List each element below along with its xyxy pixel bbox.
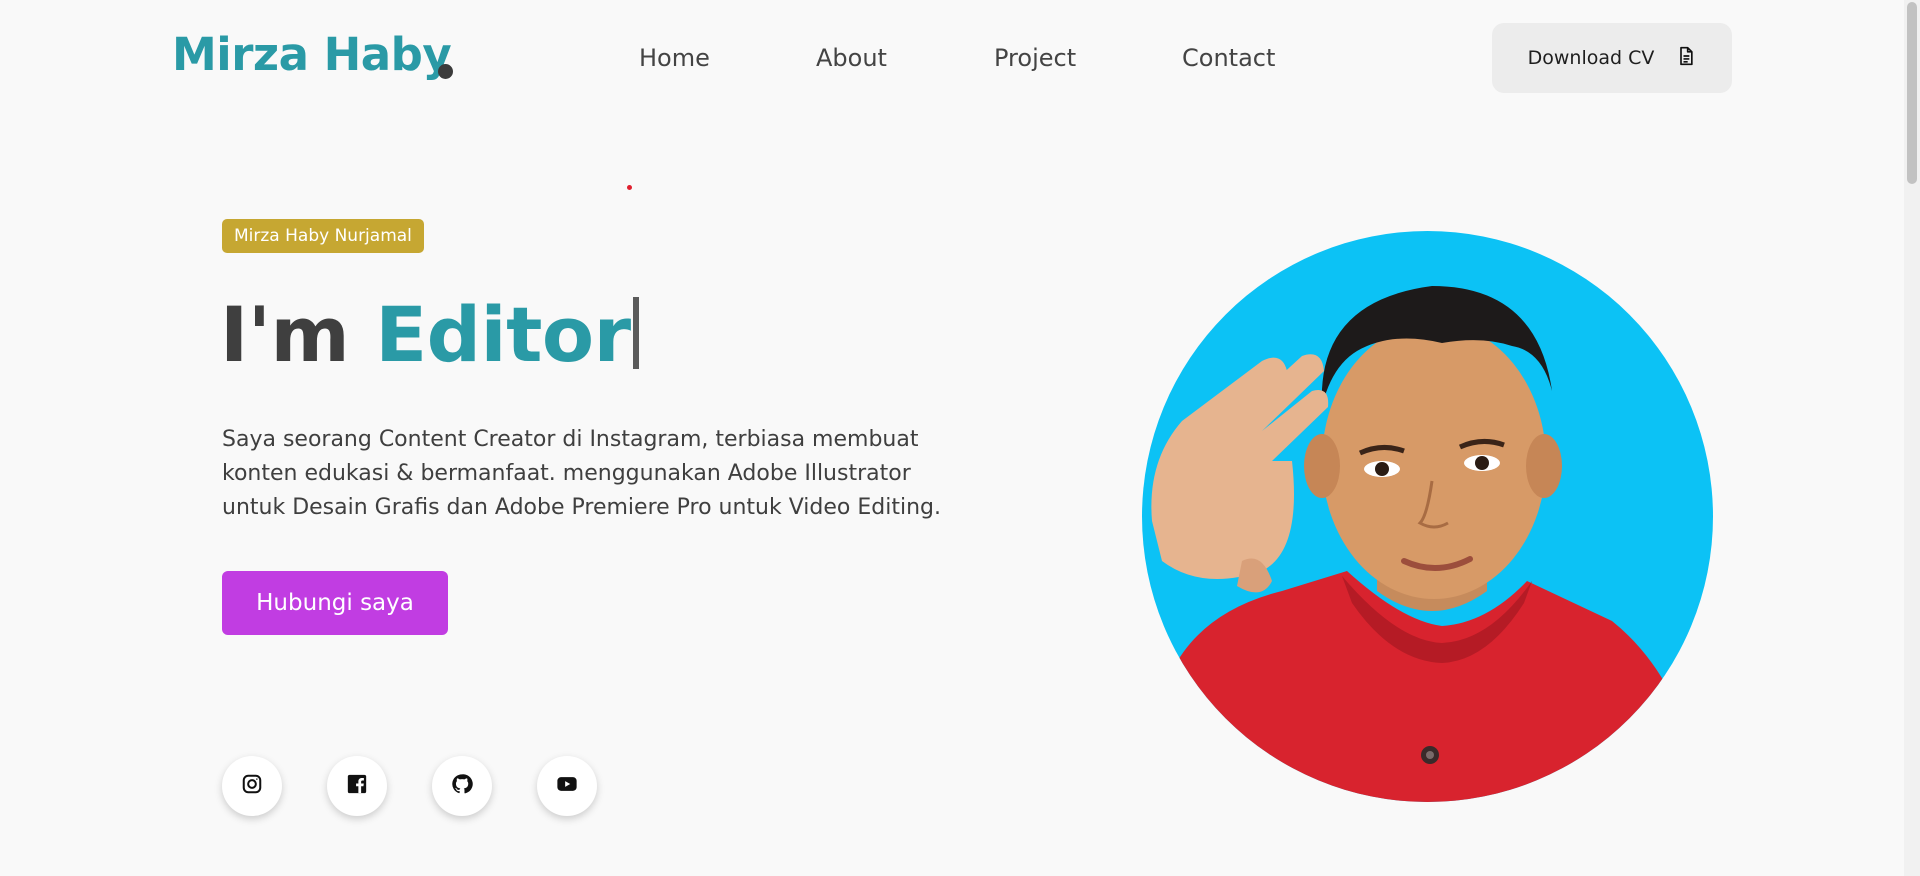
github-icon [451, 773, 473, 799]
facebook-link[interactable] [327, 756, 387, 816]
decor-dot [627, 185, 632, 190]
download-cv-label: Download CV [1527, 47, 1655, 69]
headline-prefix: I'm [220, 290, 350, 379]
instagram-link[interactable] [222, 756, 282, 816]
typing-cursor [632, 297, 639, 369]
youtube-link[interactable] [537, 756, 597, 816]
github-link[interactable] [432, 756, 492, 816]
name-badge: Mirza Haby Nurjamal [222, 219, 424, 253]
site-logo[interactable]: Mirza Haby [172, 28, 452, 81]
hero-description: Saya seorang Content Creator di Instagra… [222, 427, 941, 520]
page-scrollbar[interactable] [1904, 0, 1920, 876]
nav-home[interactable]: Home [639, 44, 710, 72]
download-cv-button[interactable]: Download CV [1492, 23, 1732, 93]
profile-photo [1142, 231, 1713, 802]
nav-project[interactable]: Project [994, 44, 1076, 72]
youtube-icon [556, 773, 578, 799]
contact-me-button[interactable]: Hubungi saya [222, 571, 448, 635]
logo-dot [438, 64, 453, 79]
instagram-icon [241, 773, 263, 799]
hero-headline: I'm Editor [220, 290, 639, 379]
facebook-icon [346, 773, 368, 799]
scrollbar-thumb[interactable] [1907, 2, 1917, 184]
nav-contact[interactable]: Contact [1182, 44, 1275, 72]
nav-about[interactable]: About [816, 44, 887, 72]
document-icon [1676, 46, 1696, 71]
headline-typed-word: Editor [375, 290, 631, 379]
